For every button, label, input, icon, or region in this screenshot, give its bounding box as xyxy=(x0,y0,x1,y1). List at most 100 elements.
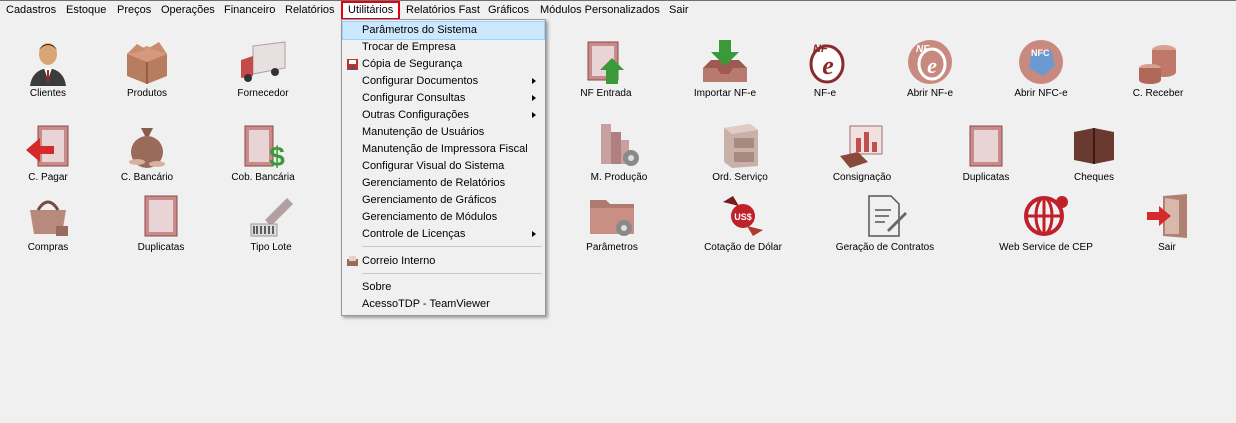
nfce-badge-text: NFC xyxy=(1031,48,1050,58)
label-parametros: Parâmetros xyxy=(586,242,638,253)
menuitem-configurar-documentos[interactable]: Configurar Documentos xyxy=(343,73,544,90)
inbox-download-icon xyxy=(703,40,747,82)
menuitem-label: Manutenção de Impressora Fiscal xyxy=(362,143,528,155)
menuitem-gerenciamento-graficos[interactable]: Gerenciamento de Gráficos xyxy=(343,192,544,209)
dollar-sign-text: $ xyxy=(269,141,285,170)
menu-utilitarios-label: Utilitários xyxy=(348,4,394,16)
menuitem-manutencao-impressora-fiscal[interactable]: Manutenção de Impressora Fiscal xyxy=(343,141,544,158)
label-cob-bancaria: Cob. Bancária xyxy=(231,172,295,183)
menuitem-label: Cópia de Segurança xyxy=(362,58,463,70)
shortcut-nfe[interactable]: e NF NF-e xyxy=(770,38,880,118)
shortcut-geracao-contratos[interactable]: Geração de Contratos xyxy=(830,192,940,272)
menuitem-outras-configuracoes[interactable]: Outras Configurações xyxy=(343,107,544,124)
factory-gear-icon xyxy=(601,124,639,166)
shortcut-sair[interactable]: Sair xyxy=(1112,192,1222,272)
document-arrow-up-icon xyxy=(587,41,624,84)
shortcut-parametros[interactable]: Parâmetros xyxy=(557,192,667,272)
menu-sair[interactable]: Sair xyxy=(669,3,689,18)
label-ord-servico: Ord. Serviço xyxy=(712,172,768,183)
menu-operacoes[interactable]: Operações xyxy=(161,3,215,18)
shortcut-web-service-cep[interactable]: Web Service de CEP xyxy=(991,192,1101,272)
menuitem-correio-interno[interactable]: Correio Interno xyxy=(343,253,544,270)
shortcut-produtos[interactable]: Produtos xyxy=(92,38,202,118)
shortcut-fornecedor[interactable]: Fornecedor xyxy=(208,38,318,118)
menu-estoque[interactable]: Estoque xyxy=(66,3,106,18)
menu-modulos-personalizados[interactable]: Módulos Personalizados xyxy=(540,3,660,18)
menuitem-label: Gerenciamento de Módulos xyxy=(362,211,498,223)
shortcut-duplicatas-2[interactable]: Duplicatas xyxy=(106,192,216,272)
menuitem-configurar-consultas[interactable]: Configurar Consultas xyxy=(343,90,544,107)
label-produtos: Produtos xyxy=(126,88,168,99)
coins-stack-icon xyxy=(1139,45,1176,84)
exit-door-icon xyxy=(1147,194,1187,238)
shortcut-duplicatas-1[interactable]: Duplicatas xyxy=(931,122,1041,202)
label-clientes: Clientes xyxy=(29,88,67,99)
menuitem-label: AcessoTDP - TeamViewer xyxy=(362,298,490,310)
menu-relatorios-fast[interactable]: Relatórios Fast xyxy=(406,3,480,18)
mail-inbox-icon xyxy=(347,256,358,266)
shortcut-abrir-nfce[interactable]: NFC Abrir NFC-e xyxy=(986,38,1096,118)
currency-exchange-icon: US$ xyxy=(723,196,763,236)
usd-badge-text: US$ xyxy=(734,212,752,222)
shortcut-m-producao[interactable]: M. Produção xyxy=(564,122,674,202)
shortcut-compras[interactable]: Compras xyxy=(0,192,103,272)
menu-relatorios[interactable]: Relatórios xyxy=(285,3,335,18)
shortcut-tipo-lote[interactable]: Tipo Lote xyxy=(216,192,326,272)
nfe-logo-icon: e NF xyxy=(809,43,845,84)
menuitem-label: Parâmetros do Sistema xyxy=(362,24,477,36)
folder-gear-icon xyxy=(590,200,634,236)
submenu-arrow-icon xyxy=(532,78,536,84)
menuitem-gerenciamento-modulos[interactable]: Gerenciamento de Módulos xyxy=(343,209,544,226)
label-nfe: NF-e xyxy=(813,88,837,99)
menu-cadastros[interactable]: Cadastros xyxy=(6,3,56,18)
shortcut-consignacao[interactable]: Consignação xyxy=(807,122,917,202)
menu-separator xyxy=(362,273,542,274)
document-icon xyxy=(144,195,178,237)
menu-precos[interactable]: Preços xyxy=(117,3,151,18)
shortcut-cotacao-dolar[interactable]: US$ Cotação de Dólar xyxy=(688,192,798,272)
menu-graficos[interactable]: Gráficos xyxy=(488,3,529,18)
label-cheques: Cheques xyxy=(1073,172,1115,183)
label-abrir-nfe: Abrir NF-e xyxy=(906,88,954,99)
shortcut-ord-servico[interactable]: Ord. Serviço xyxy=(685,122,795,202)
label-duplicatas-2: Duplicatas xyxy=(137,242,185,253)
label-cotacao-dolar: Cotação de Dólar xyxy=(704,242,782,253)
contract-pen-icon xyxy=(868,195,907,237)
shortcut-c-receber[interactable]: C. Receber xyxy=(1103,38,1213,118)
menuitem-parametros-do-sistema[interactable]: Parâmetros do Sistema xyxy=(342,21,545,40)
svg-text:e: e xyxy=(822,51,834,80)
menu-utilitarios[interactable]: Utilitários xyxy=(341,1,400,20)
shortcut-cheques[interactable]: Cheques xyxy=(1039,122,1149,202)
utilitarios-dropdown: Parâmetros do Sistema Trocar de Empresa … xyxy=(341,19,546,316)
menuitem-label: Sobre xyxy=(362,281,392,293)
shortcut-cob-bancaria[interactable]: $ Cob. Bancária xyxy=(208,122,318,202)
globe-pin-icon xyxy=(1024,196,1068,236)
menuitem-acesso-teamviewer[interactable]: AcessoTDP - TeamViewer xyxy=(343,296,544,313)
menuitem-label: Configurar Visual do Sistema xyxy=(362,160,505,172)
menuitem-controle-de-licencas[interactable]: Controle de Licenças xyxy=(343,226,544,243)
truck-icon xyxy=(241,41,286,82)
document-dollar-icon: $ xyxy=(244,125,285,170)
shortcut-abrir-nfe[interactable]: e NF Abrir NF-e xyxy=(875,38,985,118)
menuitem-manutencao-de-usuarios[interactable]: Manutenção de Usuários xyxy=(343,124,544,141)
shortcut-c-pagar[interactable]: C. Pagar xyxy=(0,122,103,202)
menuitem-configurar-visual[interactable]: Configurar Visual do Sistema xyxy=(343,158,544,175)
shortcut-nf-entrada[interactable]: NF Entrada xyxy=(551,38,661,118)
menuitem-gerenciamento-relatorios[interactable]: Gerenciamento de Relatórios xyxy=(343,175,544,192)
menuitem-sobre[interactable]: Sobre xyxy=(343,279,544,296)
menu-financeiro[interactable]: Financeiro xyxy=(224,3,275,18)
shortcut-importar-nfe[interactable]: Importar NF-e xyxy=(670,38,780,118)
label-geracao-contratos: Geração de Contratos xyxy=(835,242,935,253)
label-compras: Compras xyxy=(27,242,69,253)
menuitem-label: Trocar de Empresa xyxy=(362,41,456,53)
menuitem-copia-de-seguranca[interactable]: Cópia de Segurança xyxy=(343,56,544,73)
nfe-open-icon: e NF xyxy=(908,40,952,84)
menuitem-trocar-de-empresa[interactable]: Trocar de Empresa xyxy=(343,39,544,56)
label-c-pagar: C. Pagar xyxy=(28,172,68,183)
menuitem-label: Gerenciamento de Relatórios xyxy=(362,177,506,189)
shortcut-clientes[interactable]: Clientes xyxy=(0,38,103,118)
label-fornecedor: Fornecedor xyxy=(237,88,289,99)
label-sair: Sair xyxy=(1158,242,1176,253)
shortcut-c-bancario[interactable]: C. Bancário xyxy=(92,122,202,202)
submenu-arrow-icon xyxy=(532,112,536,118)
